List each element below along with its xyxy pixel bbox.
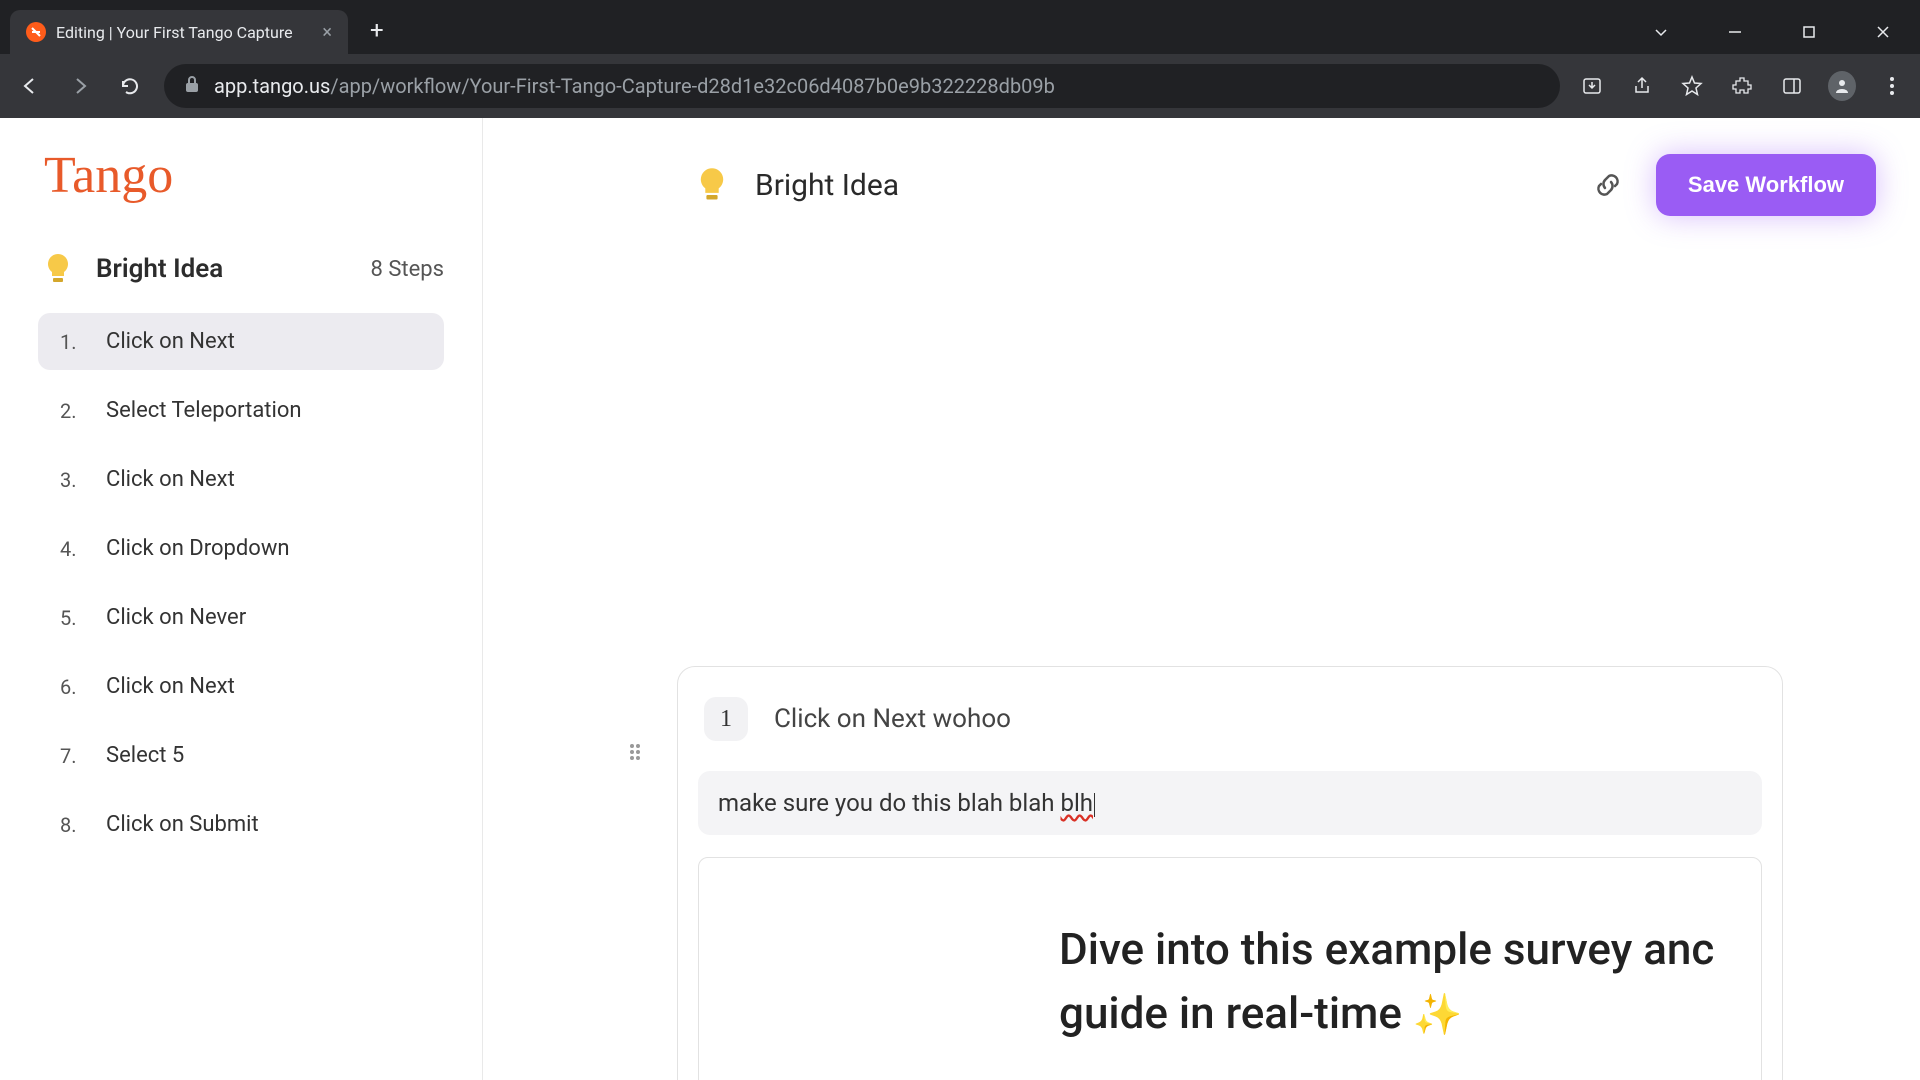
step-list: 1. Click on Next 2. Select Teleportation 3. C… xyxy=(38,313,444,853)
screenshot-text-line1: Dive into this example survey anc xyxy=(1059,918,1721,982)
lock-icon xyxy=(184,74,200,98)
new-tab-button[interactable]: + xyxy=(370,16,384,44)
toolbar-right xyxy=(1578,72,1906,100)
sidebar-step-item[interactable]: 8. Click on Submit xyxy=(38,796,444,853)
sidebar-step-item[interactable]: 7. Select 5 xyxy=(38,727,444,784)
step-label: Click on Submit xyxy=(106,812,259,837)
step-label: Click on Never xyxy=(106,605,246,630)
kebab-menu-icon[interactable] xyxy=(1878,72,1906,100)
step-count: 8 Steps xyxy=(371,257,444,282)
page-title[interactable]: Bright Idea xyxy=(755,168,899,203)
chevron-down-icon[interactable] xyxy=(1644,15,1678,49)
step-number-badge: 1 xyxy=(704,697,748,741)
reload-icon[interactable] xyxy=(114,70,146,102)
sidebar-step-item[interactable]: 2. Select Teleportation xyxy=(38,382,444,439)
tab-bar: Editing | Your First Tango Capture × + xyxy=(0,0,1920,54)
profile-avatar-icon[interactable] xyxy=(1828,72,1856,100)
step-title[interactable]: Click on Next wohoo xyxy=(774,704,1011,734)
note-text: make sure you do this blah blah xyxy=(718,789,1060,817)
browser-tab[interactable]: Editing | Your First Tango Capture × xyxy=(10,10,348,54)
window-close-icon[interactable] xyxy=(1866,15,1900,49)
step-number: 1. xyxy=(60,330,80,354)
bookmark-star-icon[interactable] xyxy=(1678,72,1706,100)
workflow-header: Bright Idea 8 Steps xyxy=(38,251,444,287)
drag-handle-icon[interactable] xyxy=(625,742,645,762)
save-workflow-button[interactable]: Save Workflow xyxy=(1656,154,1876,216)
step-number: 4. xyxy=(60,537,80,561)
note-misspell: blh xyxy=(1060,789,1093,817)
screenshot-text-line2: guide in real-time ✨ xyxy=(1059,982,1721,1046)
step-card-header: 1 Click on Next wohoo xyxy=(688,697,1772,741)
workflow-name[interactable]: Bright Idea xyxy=(96,254,223,284)
back-icon[interactable] xyxy=(14,70,46,102)
logo[interactable]: Tango xyxy=(38,146,444,205)
extensions-icon[interactable] xyxy=(1728,72,1756,100)
sidebar-step-item[interactable]: 1. Click on Next xyxy=(38,313,444,370)
step-screenshot[interactable]: Dive into this example survey anc guide … xyxy=(698,857,1762,1080)
url-text: app.tango.us/app/workflow/Your-First-Tan… xyxy=(214,74,1055,98)
step-number: 8. xyxy=(60,813,80,837)
step-number: 2. xyxy=(60,399,80,423)
sidebar-step-item[interactable]: 4. Click on Dropdown xyxy=(38,520,444,577)
sidebar-step-item[interactable]: 6. Click on Next xyxy=(38,658,444,715)
step-note-input[interactable]: make sure you do this blah blah blh xyxy=(698,771,1762,835)
tab-favicon xyxy=(26,22,46,42)
link-icon[interactable] xyxy=(1588,165,1628,205)
step-number: 6. xyxy=(60,675,80,699)
url-field[interactable]: app.tango.us/app/workflow/Your-First-Tan… xyxy=(164,64,1560,108)
main-header: Bright Idea Save Workflow xyxy=(483,118,1920,226)
app-root: Tango Bright Idea 8 Steps 1. Click on Nex… xyxy=(0,118,1920,1080)
step-label: Select 5 xyxy=(106,743,184,768)
step-label: Click on Next xyxy=(106,467,235,492)
step-number: 3. xyxy=(60,468,80,492)
window-controls xyxy=(1644,10,1910,54)
step-label: Click on Dropdown xyxy=(106,536,290,561)
step-label: Select Teleportation xyxy=(106,398,302,423)
lightbulb-icon xyxy=(691,164,733,206)
step-number: 5. xyxy=(60,606,80,630)
maximize-icon[interactable] xyxy=(1792,15,1826,49)
step-label: Click on Next xyxy=(106,674,235,699)
step-number: 7. xyxy=(60,744,80,768)
sparkle-icon: ✨ xyxy=(1413,991,1463,1038)
content-area: 1 Click on Next wohoo make sure you do t… xyxy=(483,226,1920,1080)
lightbulb-icon xyxy=(40,251,76,287)
sidebar-step-item[interactable]: 3. Click on Next xyxy=(38,451,444,508)
address-bar-row: app.tango.us/app/workflow/Your-First-Tan… xyxy=(0,54,1920,118)
sidebar-step-item[interactable]: 5. Click on Never xyxy=(38,589,444,646)
main-panel: Bright Idea Save Workflow 1 Click on Nex… xyxy=(483,118,1920,1080)
sidebar: Tango Bright Idea 8 Steps 1. Click on Nex… xyxy=(0,118,483,1080)
share-icon[interactable] xyxy=(1628,72,1656,100)
step-label: Click on Next xyxy=(106,329,235,354)
text-cursor xyxy=(1094,793,1095,817)
browser-chrome: Editing | Your First Tango Capture × + xyxy=(0,0,1920,118)
close-icon[interactable]: × xyxy=(322,22,332,43)
install-app-icon[interactable] xyxy=(1578,72,1606,100)
minimize-icon[interactable] xyxy=(1718,15,1752,49)
tab-title: Editing | Your First Tango Capture xyxy=(56,23,306,42)
step-card: 1 Click on Next wohoo make sure you do t… xyxy=(677,666,1783,1080)
forward-icon xyxy=(64,70,96,102)
sidepanel-icon[interactable] xyxy=(1778,72,1806,100)
